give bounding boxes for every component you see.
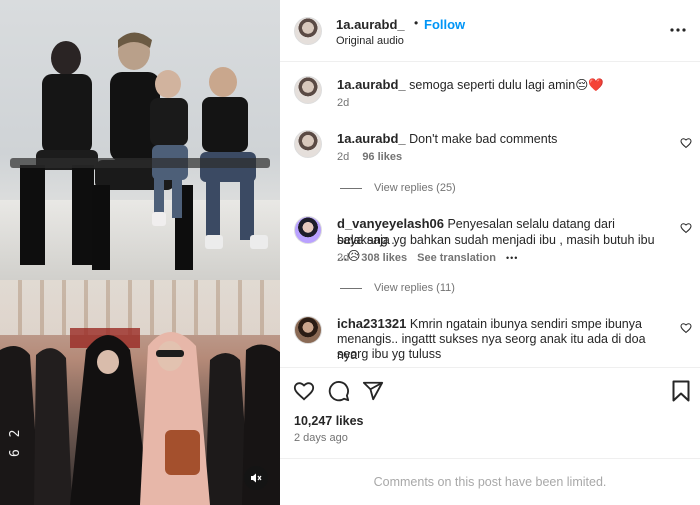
comment-text: Don't make bad comments — [409, 132, 558, 146]
view-replies-button[interactable]: View replies (25) — [340, 182, 456, 194]
comments-limited-notice: Comments on this post have been limited. — [280, 458, 700, 505]
comment-username[interactable]: 1a.aurabd_ — [337, 131, 406, 146]
comment-item: d_vanyeyelash06 Penyesalan selalu datang… — [280, 214, 700, 304]
comment-item: 1a.aurabd_ semoga seperti dulu lagi amin… — [280, 74, 700, 114]
avatar[interactable] — [294, 316, 322, 344]
comment-text: semoga seperti dulu lagi amin😔❤️ — [409, 78, 604, 92]
view-replies-button[interactable]: View replies (11) — [340, 282, 455, 294]
audio-label[interactable]: Original audio — [336, 35, 404, 47]
comment-icon[interactable] — [328, 380, 350, 402]
post-media[interactable]: 6 2 — [0, 0, 280, 505]
view-replies-label: View replies (11) — [374, 282, 455, 294]
see-translation-button[interactable]: See translation — [417, 252, 496, 264]
avatar[interactable] — [294, 17, 322, 45]
more-options-icon[interactable] — [670, 28, 686, 32]
comment-item: 1a.aurabd_ Don't make bad comments 2d 96… — [280, 128, 700, 198]
post-timestamp[interactable]: 2 days ago — [294, 432, 348, 444]
post-details-panel: 1a.aurabd_ • Follow Original audio 1a.au… — [280, 0, 700, 505]
street-photo — [0, 280, 280, 505]
follow-button[interactable]: Follow — [424, 17, 465, 32]
comment-text-line-1: Kmrin ngatain ibunya sendiri smpe ibunya — [409, 317, 642, 331]
comment-username[interactable]: 1a.aurabd_ — [337, 77, 406, 92]
post-modal: 6 2 1a.aurabd_ • Follow Original audio 1… — [0, 0, 700, 505]
post-like-count[interactable]: 10,247 likes — [294, 414, 364, 428]
comment-text-line-3: seorg ibu yg tuluss — [337, 347, 442, 361]
avatar[interactable] — [294, 216, 322, 244]
comment-username[interactable]: d_vanyeyelash06 — [337, 216, 444, 231]
post-header: 1a.aurabd_ • Follow Original audio — [280, 0, 700, 62]
separator-dot: • — [414, 16, 419, 30]
view-replies-label: View replies (25) — [374, 182, 456, 194]
author-username[interactable]: 1a.aurabd_ — [336, 17, 405, 32]
like-icon[interactable] — [293, 380, 315, 402]
photo-date-stamp: 6 2 — [8, 427, 23, 457]
volume-off-icon — [251, 473, 262, 483]
family-photo — [0, 0, 280, 280]
like-comment-icon[interactable] — [680, 222, 692, 234]
comment-age: 2d — [337, 97, 350, 109]
comment-age: 2d — [337, 151, 350, 163]
save-icon[interactable] — [672, 380, 690, 402]
comment-likes[interactable]: 308 likes — [361, 252, 407, 264]
comment-more-button[interactable]: ••• — [506, 253, 518, 263]
comment-age: 2d — [337, 252, 350, 264]
like-comment-icon[interactable] — [680, 137, 692, 149]
avatar[interactable] — [294, 130, 322, 158]
mute-button[interactable] — [244, 466, 268, 490]
like-comment-icon[interactable] — [680, 322, 692, 334]
comment-likes[interactable]: 96 likes — [362, 151, 402, 163]
comment-item: icha231321 Kmrin ngatain ibunya sendiri … — [280, 314, 700, 366]
comment-username[interactable]: icha231321 — [337, 316, 406, 331]
avatar[interactable] — [294, 76, 322, 104]
share-icon[interactable] — [362, 380, 384, 402]
post-actions — [280, 367, 700, 415]
